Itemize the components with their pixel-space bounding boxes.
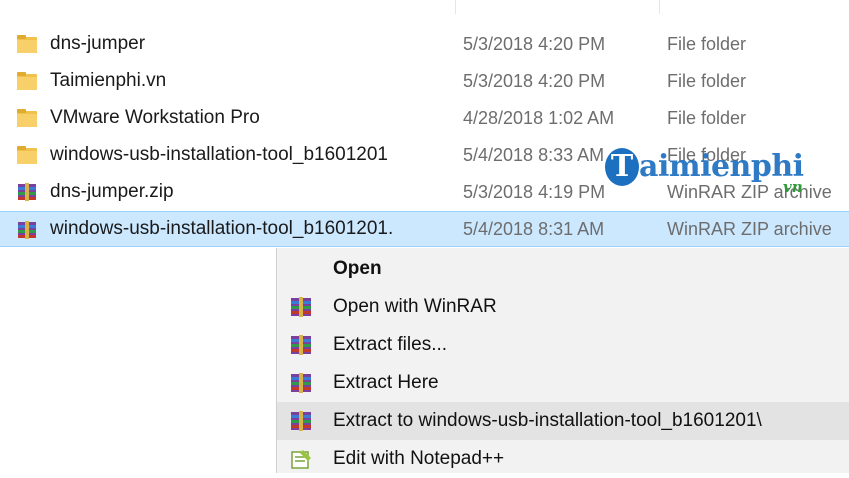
- file-type: WinRAR ZIP archive: [667, 181, 832, 202]
- folder-icon: [16, 108, 38, 128]
- menu-item-label: Open with WinRAR: [333, 296, 497, 317]
- menu-item-label: Extract files...: [333, 334, 448, 355]
- file-date: 4/28/2018 1:02 AM: [463, 107, 615, 128]
- menu-item-extract-to-folder[interactable]: Extract to windows-usb-installation-tool…: [277, 402, 849, 440]
- file-name: dns-jumper: [50, 33, 146, 54]
- file-date: 5/3/2018 4:19 PM: [463, 181, 606, 202]
- winrar-icon: [289, 410, 313, 432]
- winrar-archive-icon: [16, 220, 38, 240]
- winrar-icon: [289, 296, 313, 318]
- column-separator[interactable]: [455, 0, 456, 14]
- menu-item-label: Open: [333, 258, 382, 279]
- file-date: 5/4/2018 8:33 AM: [463, 144, 605, 165]
- file-date: 5/4/2018 8:31 AM: [463, 218, 605, 239]
- file-date: 5/3/2018 4:20 PM: [463, 33, 606, 54]
- file-list: dns-jumper 5/3/2018 4:20 PM File folder …: [0, 0, 849, 250]
- file-type: File folder: [667, 33, 747, 54]
- menu-item-open[interactable]: Open: [277, 250, 849, 288]
- file-name: dns-jumper.zip: [50, 181, 174, 202]
- file-row-dns-jumper-zip[interactable]: dns-jumper.zip 5/3/2018 4:19 PM WinRAR Z…: [0, 174, 849, 210]
- menu-item-label: Extract to windows-usb-installation-tool…: [333, 410, 762, 431]
- file-row-vmware[interactable]: VMware Workstation Pro 4/28/2018 1:02 AM…: [0, 100, 849, 136]
- file-row-taimienphi[interactable]: Taimienphi.vn 5/3/2018 4:20 PM File fold…: [0, 63, 849, 99]
- menu-item-edit-with-notepad-plus-plus[interactable]: Edit with Notepad++: [277, 440, 849, 478]
- file-type: File folder: [667, 107, 747, 128]
- folder-icon: [16, 71, 38, 91]
- winrar-icon: [289, 372, 313, 394]
- column-separator[interactable]: [659, 0, 660, 14]
- file-name: Taimienphi.vn: [50, 70, 167, 91]
- menu-item-open-with-winrar[interactable]: Open with WinRAR: [277, 288, 849, 326]
- file-type: File folder: [667, 70, 747, 91]
- menu-item-extract-files[interactable]: Extract files...: [277, 326, 849, 364]
- folder-icon: [16, 145, 38, 165]
- file-date: 5/3/2018 4:20 PM: [463, 70, 606, 91]
- winrar-archive-icon: [16, 182, 38, 202]
- file-type: WinRAR ZIP archive: [667, 218, 832, 239]
- menu-item-label: Extract Here: [333, 372, 439, 393]
- menu-item-extract-here[interactable]: Extract Here: [277, 364, 849, 402]
- file-name: windows-usb-installation-tool_b1601201: [50, 144, 388, 165]
- context-menu: Open Open with WinRAR Extract files... E…: [276, 248, 849, 473]
- file-name: windows-usb-installation-tool_b1601201.: [50, 218, 394, 239]
- winrar-icon: [289, 334, 313, 356]
- menu-item-label: Edit with Notepad++: [333, 448, 505, 469]
- file-type: File folder: [667, 144, 747, 165]
- notepad-plus-plus-icon: [289, 448, 313, 470]
- file-row-usb-tool-zip[interactable]: windows-usb-installation-tool_b1601201. …: [0, 211, 849, 247]
- folder-icon: [16, 34, 38, 54]
- file-row-dns-jumper[interactable]: dns-jumper 5/3/2018 4:20 PM File folder: [0, 26, 849, 62]
- file-name: VMware Workstation Pro: [50, 107, 260, 128]
- file-row-usb-tool-folder[interactable]: windows-usb-installation-tool_b1601201 5…: [0, 137, 849, 173]
